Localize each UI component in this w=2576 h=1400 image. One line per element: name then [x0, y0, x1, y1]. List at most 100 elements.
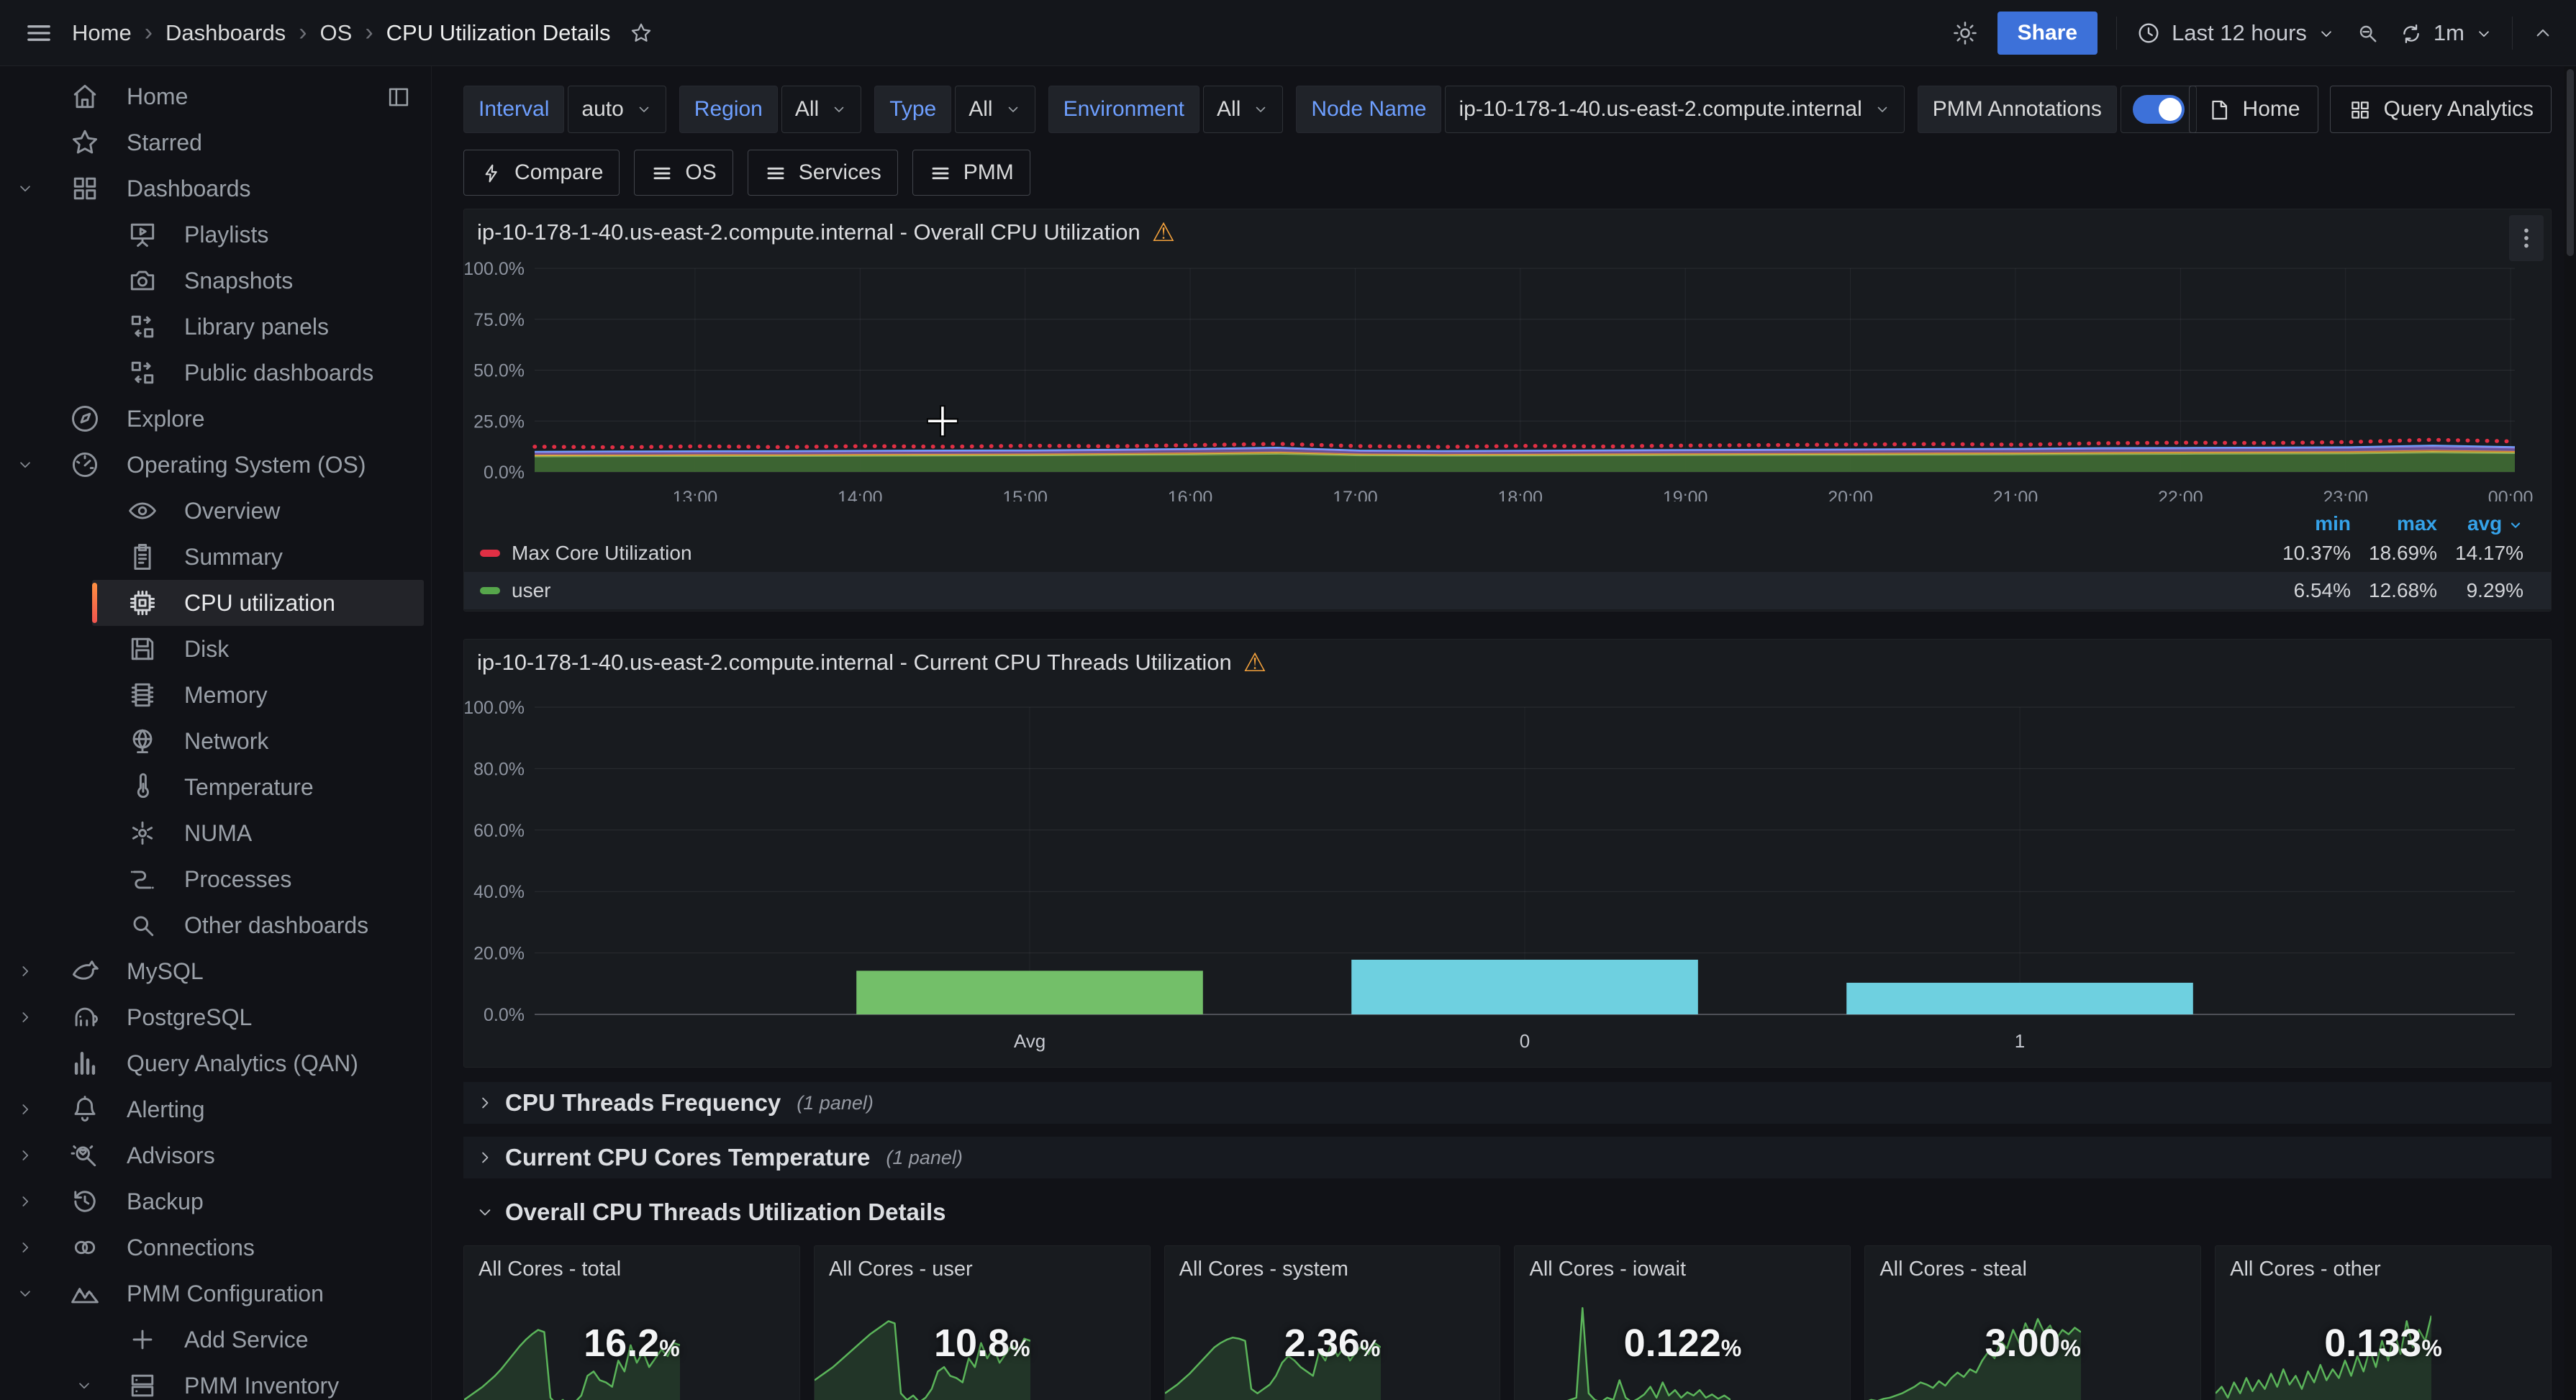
zoom-out-icon[interactable] — [2354, 20, 2380, 46]
sidebar-item-add-service[interactable]: Add Service — [0, 1317, 431, 1363]
sidebar-item-explore[interactable]: Explore — [0, 396, 431, 442]
legend-avg-value: 9.29% — [2437, 579, 2523, 602]
svg-text:15:00: 15:00 — [1002, 488, 1048, 501]
legend-series-name[interactable]: Max Core Utilization — [512, 542, 692, 565]
sidebar-item-label: CPU utilization — [184, 590, 335, 617]
chevron-right-icon[interactable] — [16, 962, 35, 981]
share-button[interactable]: Share — [1997, 12, 2097, 55]
chevron-right-icon[interactable] — [16, 1238, 35, 1257]
chevron-down-icon[interactable] — [75, 1376, 94, 1395]
sidebar-item-postgresql[interactable]: PostgreSQL — [0, 994, 431, 1040]
filter-type: TypeAll — [874, 86, 1035, 133]
legend-sort-max[interactable]: max — [2351, 512, 2437, 535]
stat-value: 16.2% — [464, 1321, 799, 1365]
filter-value-dropdown[interactable]: ip-10-178-1-40.us-east-2.compute.interna… — [1445, 86, 1904, 133]
stat-value: 0.133% — [2216, 1321, 2551, 1365]
panel-header[interactable]: ip-10-178-1-40.us-east-2.compute.interna… — [464, 640, 2551, 686]
sidebar-item-snapshots[interactable]: Snapshots — [0, 258, 431, 304]
chevron-down-icon[interactable] — [16, 179, 35, 198]
sidebar-item-dashboards[interactable]: Dashboards — [0, 165, 431, 212]
filter-region: RegionAll — [679, 86, 861, 133]
memory-icon — [127, 679, 158, 711]
chevron-right-icon[interactable] — [16, 1100, 35, 1119]
home-button[interactable]: Home — [2189, 86, 2318, 133]
apps-icon — [69, 173, 101, 204]
sidebar-item-summary[interactable]: Summary — [0, 534, 431, 580]
section-row-cpu-threads-frequency[interactable]: CPU Threads Frequency(1 panel) — [463, 1082, 2552, 1124]
section-title: Current CPU Cores Temperature — [505, 1144, 870, 1171]
svg-text:13:00: 13:00 — [673, 488, 718, 501]
sidebar-item-home[interactable]: Home — [0, 73, 431, 119]
sidebar-item-mysql[interactable]: MySQL — [0, 948, 431, 994]
legend-swatch — [480, 550, 500, 557]
sidebar-item-overview[interactable]: Overview — [0, 488, 431, 534]
sidebar-item-numa[interactable]: NUMA — [0, 810, 431, 856]
sidebar-item-pmm-configuration[interactable]: PMM Configuration — [0, 1271, 431, 1317]
sidebar-item-starred[interactable]: Starred — [0, 119, 431, 165]
refresh-picker[interactable]: 1m — [2399, 19, 2493, 46]
breadcrumb-item[interactable]: OS — [320, 20, 353, 46]
section-row-current-cpu-cores-temperature[interactable]: Current CPU Cores Temperature(1 panel) — [463, 1137, 2552, 1178]
chevron-down-icon[interactable] — [16, 1284, 35, 1303]
os-button[interactable]: OS — [634, 150, 733, 196]
section-row-overall-cpu-threads-utilization-details[interactable]: Overall CPU Threads Utilization Details — [463, 1193, 2552, 1232]
filter-value-dropdown[interactable]: All — [955, 86, 1035, 133]
filter-value-dropdown[interactable]: auto — [568, 86, 666, 133]
sidebar-item-temperature[interactable]: Temperature — [0, 764, 431, 810]
warning-icon[interactable]: ⚠ — [1243, 650, 1266, 676]
sidebar-item-other-dashboards[interactable]: Other dashboards — [0, 902, 431, 948]
query-analytics-button[interactable]: Query Analytics — [2330, 86, 2552, 133]
sidebar-item-alerting[interactable]: Alerting — [0, 1086, 431, 1132]
chevron-down-icon — [635, 101, 653, 118]
rings-icon — [69, 1232, 101, 1263]
scrollbar-thumb[interactable] — [2567, 69, 2574, 256]
sidebar-item-disk[interactable]: Disk — [0, 626, 431, 672]
sidebar-item-network[interactable]: Network — [0, 718, 431, 764]
chevron-down-icon — [830, 101, 848, 118]
svg-text:1: 1 — [2015, 1030, 2025, 1052]
pmm-annotations-toggle[interactable] — [2121, 86, 2197, 133]
chevron-up-icon[interactable] — [2531, 22, 2554, 45]
chevron-right-icon[interactable] — [16, 1008, 35, 1027]
menu-icon[interactable] — [24, 19, 53, 47]
sidebar-item-backup[interactable]: Backup — [0, 1178, 431, 1224]
sidebar-item-operating-system-os[interactable]: Operating System (OS) — [0, 442, 431, 488]
sidebar-item-public-dashboards[interactable]: Public dashboards — [0, 350, 431, 396]
filter-value-dropdown[interactable]: All — [781, 86, 861, 133]
stat-value: 10.8% — [815, 1321, 1150, 1365]
breadcrumb-item[interactable]: Dashboards — [165, 20, 286, 46]
svg-text:20.0%: 20.0% — [473, 944, 525, 964]
chevron-right-icon[interactable] — [16, 1146, 35, 1165]
sidebar-item-memory[interactable]: Memory — [0, 672, 431, 718]
filter-label: Region — [679, 86, 778, 133]
sidebar-item-playlists[interactable]: Playlists — [0, 212, 431, 258]
time-range-picker[interactable]: Last 12 hours — [2136, 19, 2336, 47]
services-button[interactable]: Services — [748, 150, 898, 196]
sidebar-item-advisors[interactable]: Advisors — [0, 1132, 431, 1178]
stat-panel-all-cores-other: All Cores - other0.133% — [2215, 1245, 2552, 1400]
sidebar-item-processes[interactable]: Processes — [0, 856, 431, 902]
compare-button[interactable]: Compare — [463, 150, 620, 196]
sidebar-collapse-icon[interactable] — [385, 83, 412, 111]
gear-icon[interactable] — [1951, 19, 1979, 47]
breadcrumb-separator: › — [365, 19, 373, 47]
chevron-down-icon[interactable] — [16, 455, 35, 474]
legend-sort-min[interactable]: min — [2264, 512, 2351, 535]
star-icon[interactable] — [629, 21, 653, 45]
sidebar-item-library-panels[interactable]: Library panels — [0, 304, 431, 350]
sidebar-item-pmm-inventory[interactable]: PMM Inventory — [0, 1363, 431, 1400]
sidebar-item-query-analytics-qan[interactable]: Query Analytics (QAN) — [0, 1040, 431, 1086]
sidebar-item-cpu-utilization[interactable]: CPU utilization — [92, 580, 424, 626]
panel-header[interactable]: ip-10-178-1-40.us-east-2.compute.interna… — [464, 209, 2551, 255]
breadcrumb-item[interactable]: Home — [72, 20, 132, 46]
breadcrumb-item[interactable]: CPU Utilization Details — [386, 20, 611, 46]
panel-menu-icon[interactable] — [2509, 215, 2544, 261]
legend-sort-avg[interactable]: avg — [2437, 512, 2523, 535]
filter-value-dropdown[interactable]: All — [1203, 86, 1283, 133]
sidebar-item-connections[interactable]: Connections — [0, 1224, 431, 1271]
pmm-button[interactable]: PMM — [912, 150, 1030, 196]
warning-icon[interactable]: ⚠ — [1152, 219, 1175, 245]
legend-series-name[interactable]: user — [512, 579, 550, 602]
stat-panel-all-cores-user: All Cores - user10.8% — [814, 1245, 1151, 1400]
chevron-right-icon[interactable] — [16, 1192, 35, 1211]
